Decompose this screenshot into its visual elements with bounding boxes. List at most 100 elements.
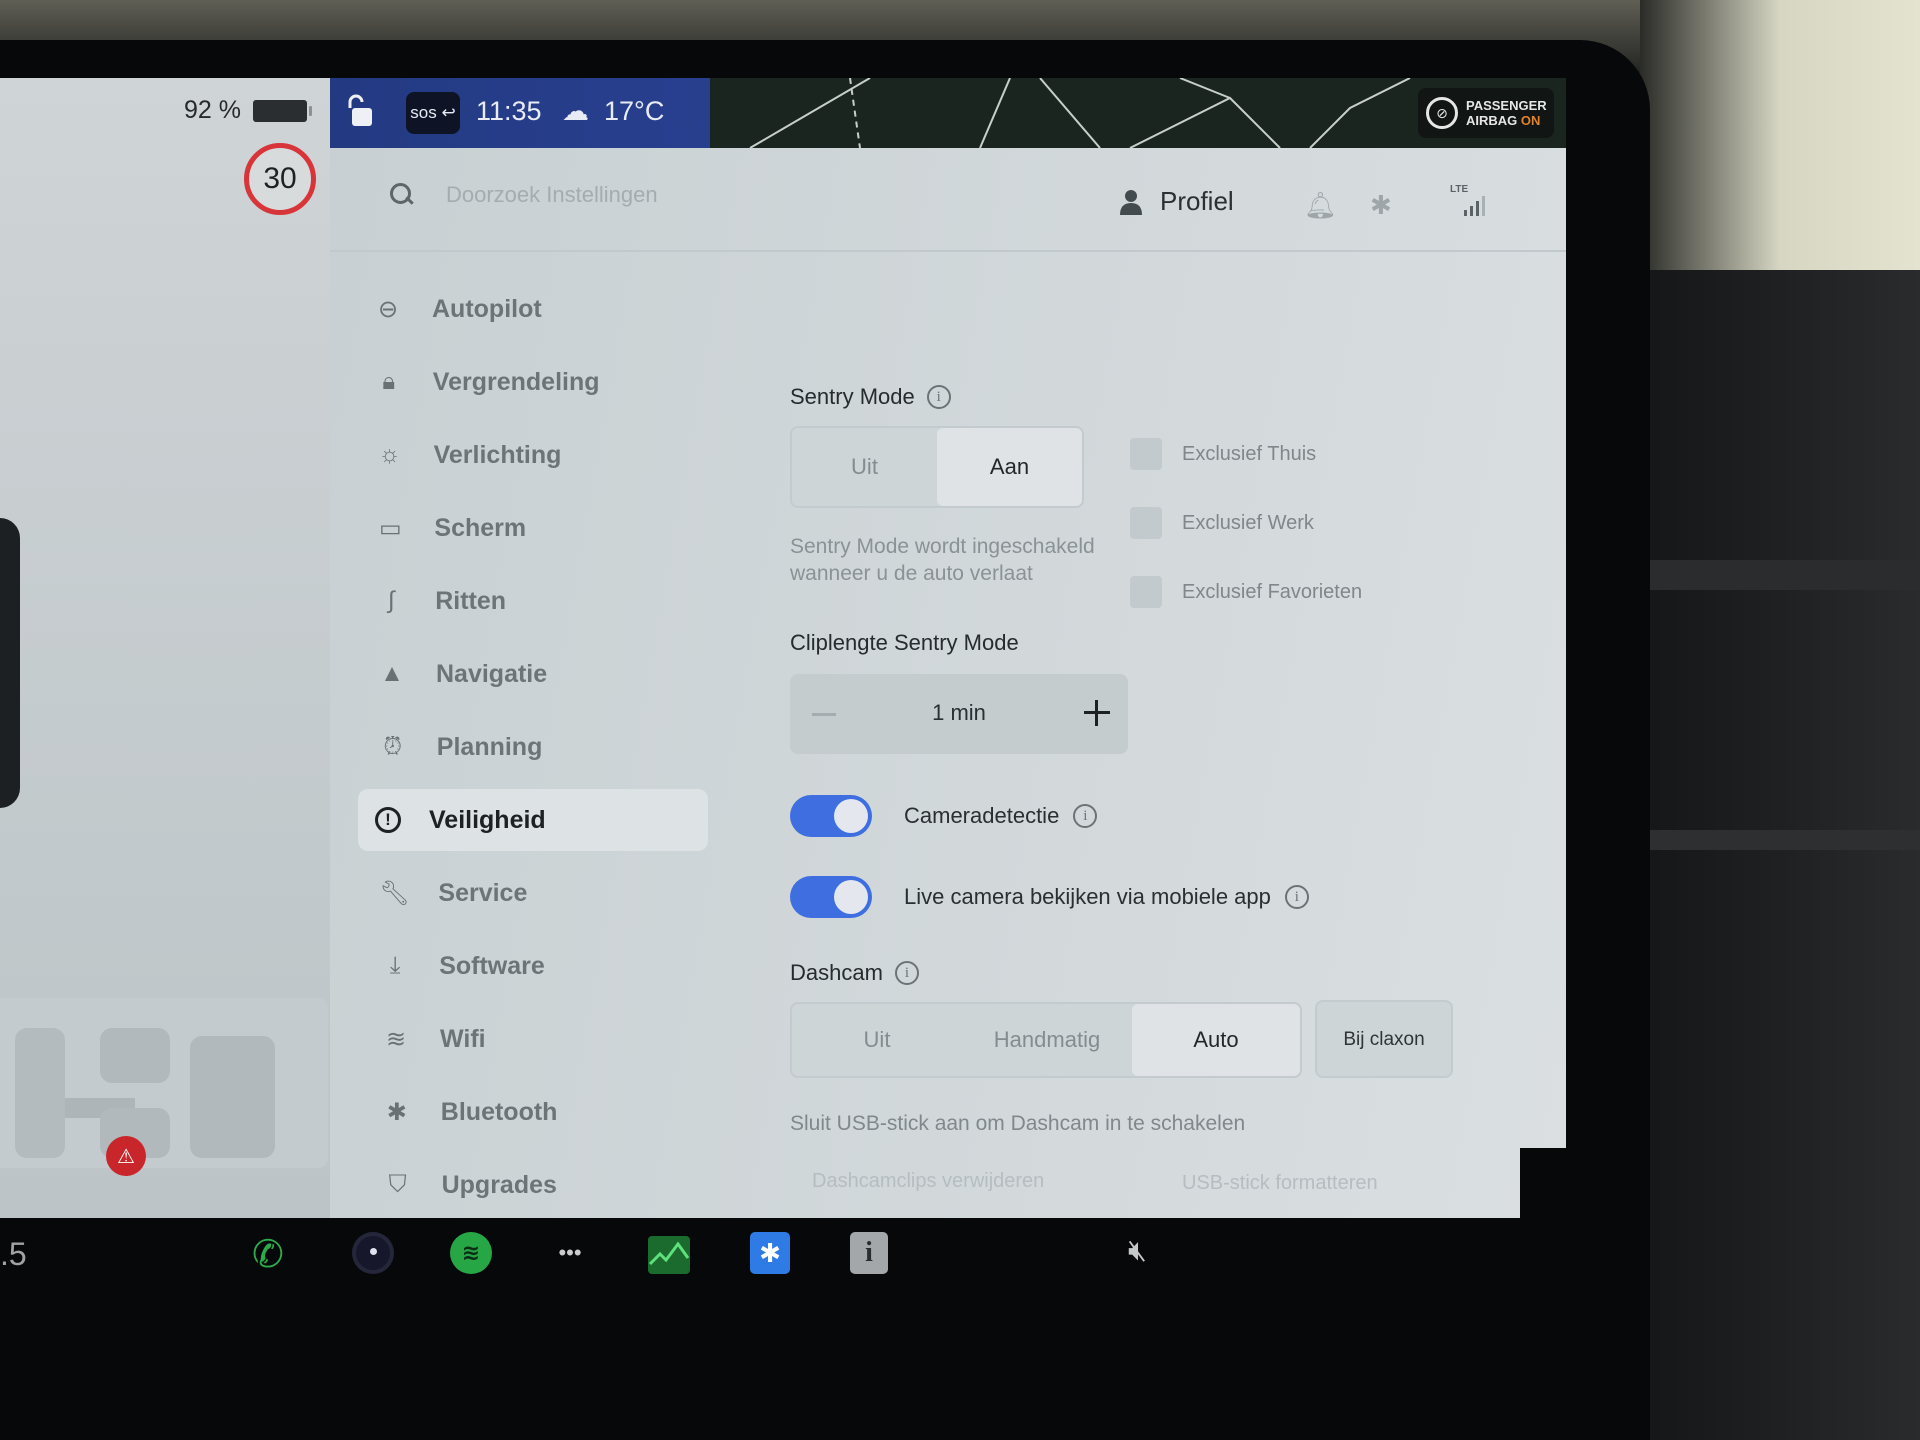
info-icon[interactable]: i [926, 385, 951, 409]
sidebar-item-label: Veiligheid [429, 805, 546, 834]
airbag-off-icon: ⊘ [1426, 97, 1458, 129]
clip-length-value: 1 min [932, 700, 986, 725]
exclude-work-label: Exclusief Werk [1182, 511, 1314, 534]
sidebar-item-scherm[interactable]: ▭ Scherm [372, 497, 670, 559]
dashcam-auto-button[interactable]: Auto [1132, 1004, 1300, 1076]
car-render[interactable] [0, 518, 20, 808]
bluetooth-app-icon[interactable]: ✱ [750, 1232, 790, 1274]
screen-corner [1520, 1148, 1566, 1218]
status-bar: sos ↩ 11:35 ☁ 17°C ⊘ PASSENGER AIRBAG ON [330, 78, 1566, 148]
camera-detection-row: Cameradetectie i [790, 795, 1098, 837]
mute-icon[interactable]: 🔇︎ [1128, 1234, 1147, 1268]
clip-length-title: Cliplengte Sentry Mode [790, 630, 1019, 655]
airbag-state: ON [1520, 113, 1541, 128]
sentry-mode-label: Sentry Mode [790, 384, 915, 409]
settings-sidebar: ⊖ Autopilot 🔒︎ Vergrendeling ☼ Verlichting ▭ Sc… [358, 278, 708, 1218]
passenger-airbag-indicator: ⊘ PASSENGER AIRBAG ON [1418, 88, 1554, 138]
checkbox[interactable] [1130, 576, 1162, 608]
checkbox[interactable] [1130, 438, 1162, 470]
sos-label: sos [410, 103, 437, 122]
live-camera-toggle[interactable] [790, 876, 872, 918]
shopping-bag-icon: ⛉ [388, 1171, 407, 1198]
bluetooth-icon: ✱ [386, 1098, 407, 1126]
battery-percent: 92 % [184, 96, 241, 124]
info-icon[interactable]: i [1073, 804, 1098, 828]
dashcam-title: Dashcam i [790, 960, 919, 986]
search-input[interactable] [446, 182, 826, 208]
sidebar-item-vergrendeling[interactable]: 🔒︎ Vergrendeling [371, 351, 670, 413]
background-right [1640, 0, 1920, 1440]
steering-wheel-icon: ⊖ [377, 295, 399, 323]
sidebar-item-service[interactable]: 🔧︎ Service [376, 862, 670, 924]
exclude-work-checkbox[interactable]: Exclusief Werk [1130, 507, 1314, 539]
download-icon: ⤓ [389, 952, 401, 979]
increase-button[interactable] [1082, 698, 1112, 728]
sidebar-item-verlichting[interactable]: ☼ Verlichting [372, 424, 670, 486]
sidebar-item-label: Autopilot [432, 294, 542, 323]
dashcam-manual-button[interactable]: Handmatig [962, 1004, 1132, 1076]
usb-notice: Sluit USB-stick aan om Dashcam in te sch… [790, 1112, 1246, 1135]
airbag-line1: PASSENGER [1466, 98, 1547, 113]
spotify-icon[interactable]: ≋ [450, 1232, 492, 1274]
light-icon: ☼ [378, 441, 401, 468]
sos-button[interactable]: sos ↩ [406, 92, 460, 134]
alarm-clock-icon: ⏰︎ [383, 733, 403, 760]
info-app-icon[interactable]: i [850, 1232, 888, 1274]
info-icon[interactable]: i [894, 961, 919, 985]
alert-circle-icon: ! [375, 807, 401, 833]
sentry-mode-title: Sentry Mode i [790, 384, 951, 410]
exclude-favorites-label: Exclusief Favorieten [1182, 580, 1363, 603]
exclude-home-label: Exclusief Thuis [1182, 442, 1317, 465]
sidebar-item-label: Bluetooth [440, 1097, 558, 1126]
sentry-mode-toggle: Uit Aan [790, 426, 1084, 508]
sidebar-item-bluetooth[interactable]: ✱ Bluetooth [379, 1081, 670, 1143]
search-bar[interactable] [390, 182, 826, 208]
exclude-home-checkbox[interactable]: Exclusief Thuis [1130, 438, 1316, 470]
stocks-icon[interactable] [648, 1236, 690, 1274]
car-panel: 92 % 30 ⚠ [0, 78, 330, 1218]
dock-temperature[interactable]: .5 [0, 1236, 27, 1273]
sidebar-item-software[interactable]: ⤓ Software [377, 935, 670, 997]
clip-length-stepper: 1 min [790, 674, 1128, 754]
sidebar-item-wifi[interactable]: ≋ Wifi [378, 1008, 670, 1070]
dashcam-horn-button[interactable]: Bij claxon [1315, 1000, 1453, 1078]
checkbox[interactable] [1130, 507, 1162, 539]
sentry-off-button[interactable]: Uit [792, 428, 937, 506]
camera-icon[interactable] [352, 1232, 394, 1274]
sidebar-item-navigatie[interactable]: ▲ Navigatie [374, 643, 670, 705]
info-icon[interactable]: i [1284, 885, 1309, 909]
sidebar-item-planning[interactable]: ⏰︎ Planning [375, 716, 670, 778]
format-usb-button[interactable]: USB-stick formatteren [1182, 1172, 1378, 1195]
sidebar-item-label: Ritten [435, 586, 507, 615]
wifi-icon: ≋ [385, 1025, 407, 1053]
sidebar-item-upgrades[interactable]: ⛉ Upgrades [380, 1154, 670, 1216]
sidebar-item-label: Service [438, 878, 528, 907]
seat-occupancy-view: ⚠ [0, 998, 328, 1176]
exclude-favorites-checkbox[interactable]: Exclusief Favorieten [1130, 576, 1362, 608]
phone-icon[interactable]: ✆ [252, 1232, 284, 1277]
delete-clips-button[interactable]: Dashcamclips verwijderen [812, 1170, 1044, 1193]
clock: 11:35 [476, 96, 542, 126]
airbag-line2: AIRBAG [1466, 113, 1518, 128]
speed-limit-sign: 30 [244, 143, 316, 215]
unlock-icon[interactable] [348, 94, 376, 128]
background-wall [1640, 0, 1920, 270]
sidebar-item-autopilot[interactable]: ⊖ Autopilot [370, 278, 670, 340]
sentry-description: Sentry Mode wordt ingeschakeld wanneer u… [790, 535, 1095, 585]
seatbelt-warning-icon: ⚠ [106, 1136, 146, 1176]
live-camera-row: Live camera bekijken via mobiele app i [790, 876, 1309, 918]
dashcam-mode-selector: Uit Handmatig Auto [790, 1002, 1302, 1078]
battery-indicator: 92 % [184, 96, 312, 125]
dashcam-off-button[interactable]: Uit [792, 1004, 962, 1076]
sidebar-item-ritten[interactable]: ∫ Ritten [373, 570, 670, 632]
background-band [1640, 560, 1920, 590]
camera-detection-label: Cameradetectie [904, 803, 1060, 828]
temperature: 17°C [604, 96, 665, 126]
camera-detection-toggle[interactable] [790, 795, 872, 837]
sidebar-item-label: Navigatie [436, 659, 548, 688]
more-icon[interactable]: ••• [548, 1232, 592, 1274]
lock-icon: 🔒︎ [382, 368, 396, 395]
sentry-on-button[interactable]: Aan [937, 428, 1082, 506]
sidebar-item-veiligheid[interactable]: ! Veiligheid [358, 789, 708, 851]
display-icon: ▭ [379, 514, 402, 542]
